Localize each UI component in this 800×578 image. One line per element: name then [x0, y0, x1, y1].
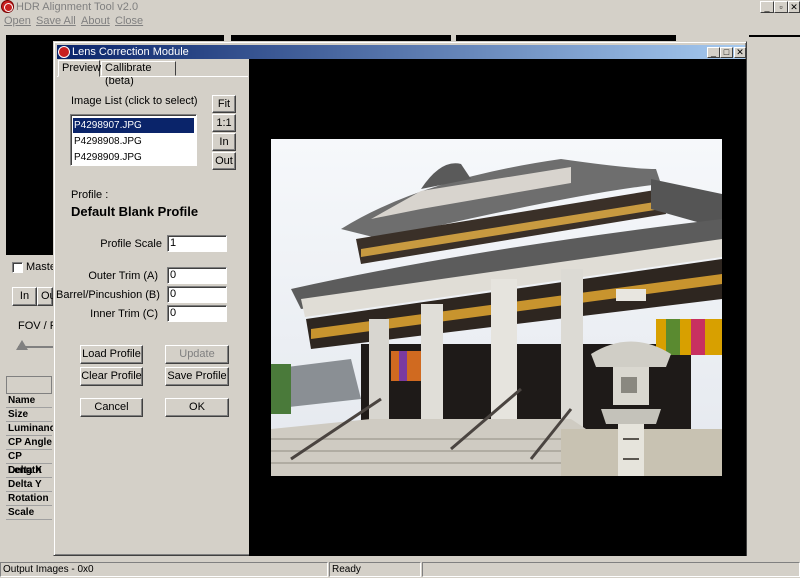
table-row: Name: [6, 394, 52, 408]
main-info-table: Name Size Luminanc CP Angle CP Length De…: [6, 376, 56, 522]
list-item[interactable]: P4298908.JPG: [74, 134, 142, 149]
table-header: [6, 376, 52, 394]
status-state: Ready: [329, 562, 421, 577]
main-out-button[interactable]: Ou: [37, 287, 56, 306]
table-row: Scale: [6, 506, 52, 520]
menu-save-all[interactable]: Save All: [36, 15, 76, 27]
dialog-logo-icon: [58, 46, 70, 58]
image-list[interactable]: P4298907.JPG P4298908.JPG P4298909.JPG: [70, 114, 197, 166]
status-output: Output Images - 0x0: [0, 562, 328, 577]
inner-trim-input[interactable]: 0: [167, 305, 227, 322]
menu-about[interactable]: About: [81, 15, 110, 27]
tab-preview[interactable]: Preview: [58, 60, 101, 77]
preview-pane: [249, 59, 746, 556]
preview-photo[interactable]: [271, 139, 722, 476]
save-profile-button[interactable]: Save Profile: [165, 367, 229, 386]
table-row: Delta X: [6, 464, 52, 478]
profile-scale-input[interactable]: 1: [167, 235, 227, 252]
table-row: Rotation: [6, 492, 52, 506]
minimize-icon[interactable]: _: [760, 1, 774, 13]
menu-bar: Open Save All About Close: [0, 14, 800, 30]
barrel-label: Barrel/Pincushion (B): [56, 289, 160, 301]
dialog-title-bar[interactable]: Lens Correction Module _ □ ✕: [57, 45, 746, 59]
tab-callibrate[interactable]: Callibrate (beta): [101, 61, 176, 87]
dialog-maximize-icon[interactable]: □: [720, 47, 733, 58]
master-checkbox[interactable]: [12, 262, 23, 273]
update-button[interactable]: Update: [165, 345, 229, 364]
menu-close[interactable]: Close: [115, 15, 143, 27]
table-row: CP Length: [6, 450, 52, 476]
profile-name: Default Blank Profile: [71, 204, 199, 219]
dialog-minimize-icon[interactable]: _: [707, 47, 720, 58]
clear-profile-button[interactable]: Clear Profile: [80, 367, 143, 386]
menu-open[interactable]: Open: [4, 15, 31, 27]
dialog-title: Lens Correction Module: [72, 46, 189, 58]
master-label: Maste: [26, 261, 56, 273]
list-item[interactable]: P4298909.JPG: [74, 150, 142, 165]
zoom-1to1-button[interactable]: 1:1: [212, 114, 236, 132]
zoom-fit-button[interactable]: Fit: [212, 95, 236, 113]
table-row: Size: [6, 408, 52, 422]
table-row: Luminanc: [6, 423, 56, 436]
table-row: CP Angle: [6, 437, 52, 450]
close-icon[interactable]: ✕: [788, 1, 800, 13]
table-row: Delta Y: [6, 478, 52, 492]
barrel-input[interactable]: 0: [167, 286, 227, 303]
dialog-close-icon[interactable]: ✕: [734, 47, 746, 58]
outer-trim-input[interactable]: 0: [167, 267, 227, 284]
profile-label: Profile :: [71, 189, 109, 201]
status-extra: [422, 562, 800, 577]
app-title: HDR Alignment Tool v2.0: [16, 1, 139, 13]
fov-slider-thumb-icon[interactable]: [16, 340, 28, 350]
outer-trim-label: Outer Trim (A): [88, 270, 158, 282]
list-item[interactable]: P4298907.JPG: [73, 118, 194, 133]
profile-scale-label: Profile Scale: [100, 238, 162, 250]
zoom-out-button[interactable]: Out: [212, 152, 236, 170]
ok-button[interactable]: OK: [165, 398, 229, 417]
image-list-label: Image List (click to select): [71, 95, 198, 107]
restore-icon[interactable]: ▫: [774, 1, 788, 13]
lens-correction-dialog: Lens Correction Module _ □ ✕ Preview Cal…: [53, 41, 747, 556]
app-title-bar: HDR Alignment Tool v2.0 _ ▫ ✕: [0, 0, 800, 14]
load-profile-button[interactable]: Load Profile: [80, 345, 143, 364]
main-in-button[interactable]: In: [12, 287, 37, 306]
status-bar: Output Images - 0x0 Ready: [0, 561, 800, 578]
app-logo-icon: [1, 0, 14, 13]
right-pane-edge: [749, 35, 800, 37]
zoom-in-button[interactable]: In: [212, 133, 236, 151]
cancel-button[interactable]: Cancel: [80, 398, 143, 417]
inner-trim-label: Inner Trim (C): [90, 308, 158, 320]
